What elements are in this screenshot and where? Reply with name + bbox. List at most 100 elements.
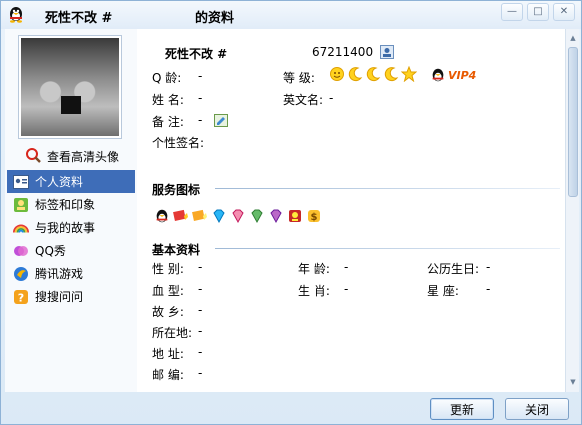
tag-icon bbox=[13, 197, 29, 213]
level-icons bbox=[329, 66, 417, 82]
q-age-value: - bbox=[198, 69, 203, 83]
svg-text:$: $ bbox=[311, 212, 318, 223]
blood-type-label: 血 型: bbox=[152, 284, 184, 298]
sidebar-item-qq-show[interactable]: QQ秀 bbox=[7, 239, 135, 262]
postcode-value: - bbox=[198, 366, 203, 380]
green-diamond-icon bbox=[251, 209, 263, 224]
svg-text:?: ? bbox=[18, 291, 24, 304]
gender-label: 性 别: bbox=[152, 262, 184, 276]
qq-show-icon bbox=[13, 243, 29, 259]
vip-label: VIP4 bbox=[448, 68, 477, 82]
basic-info-heading: 基本资料 bbox=[152, 243, 201, 257]
qq-penguin-icon bbox=[156, 209, 168, 223]
scroll-down-icon[interactable]: ▼ bbox=[568, 376, 578, 388]
purple-diamond-icon bbox=[270, 209, 282, 224]
remark-value: - bbox=[198, 113, 203, 127]
birthday-value: - bbox=[486, 260, 491, 274]
birthday-label: 公历生日: bbox=[427, 262, 480, 276]
sidebar-item-label: 与我的故事 bbox=[35, 221, 96, 235]
address-value: - bbox=[198, 345, 203, 359]
close-button[interactable]: 关闭 bbox=[505, 398, 569, 420]
level-label: 等 级: bbox=[283, 71, 315, 85]
age-label: 年 龄: bbox=[298, 262, 330, 276]
game-icon bbox=[13, 266, 29, 282]
sidebar-item-label: 腾讯游戏 bbox=[35, 267, 84, 281]
age-value: - bbox=[344, 260, 349, 274]
gender-value: - bbox=[198, 260, 203, 274]
sidebar-item-label: 搜搜问问 bbox=[35, 290, 84, 304]
vip-badge[interactable]: VIP4 bbox=[430, 67, 476, 83]
contact-card-icon[interactable] bbox=[380, 45, 394, 62]
scroll-thumb[interactable] bbox=[568, 47, 578, 197]
avatar[interactable] bbox=[21, 38, 119, 136]
sidebar-item-soso[interactable]: ? 搜搜问问 bbox=[7, 285, 135, 308]
yellow-diamond-card-icon bbox=[192, 209, 207, 221]
english-name-value: - bbox=[329, 91, 334, 105]
sidebar-item-profile[interactable]: 个人资料 bbox=[7, 170, 135, 193]
location-label: 所在地: bbox=[152, 326, 193, 340]
profile-window: 死性不改 # 的资料 — □ ✕ 查看高清头像 个人资料 标签和印象 与我的故事… bbox=[0, 0, 582, 425]
view-hd-avatar-label: 查看高清头像 bbox=[47, 150, 120, 164]
content-scrollbar[interactable]: ▲ ▼ bbox=[565, 29, 579, 392]
sidebar-item-tags[interactable]: 标签和印象 bbox=[7, 193, 135, 216]
sidebar-item-label: QQ秀 bbox=[35, 244, 66, 258]
remark-label: 备 注: bbox=[152, 115, 184, 129]
service-icons-row: $ bbox=[154, 208, 322, 224]
bottom-bar: 更新 关闭 bbox=[1, 392, 581, 424]
pink-diamond-icon bbox=[232, 209, 244, 224]
name-label: 姓 名: bbox=[152, 93, 184, 107]
signature-label: 个性签名: bbox=[152, 136, 205, 150]
q-age-label: Q 龄: bbox=[152, 71, 182, 85]
constellation-label: 星 座: bbox=[427, 284, 459, 298]
hometown-value: - bbox=[198, 303, 203, 317]
red-diamond-card-icon bbox=[173, 209, 188, 221]
sidebar-item-label: 个人资料 bbox=[35, 175, 84, 189]
edit-remark-icon[interactable] bbox=[214, 114, 228, 130]
sidebar-nav: 个人资料 标签和印象 与我的故事 QQ秀 腾讯游戏 ? 搜搜问问 bbox=[7, 170, 135, 308]
window-controls: — □ ✕ bbox=[501, 3, 575, 21]
sun-icon bbox=[330, 67, 344, 81]
sidebar-item-games[interactable]: 腾讯游戏 bbox=[7, 262, 135, 285]
section-divider bbox=[215, 248, 560, 249]
moon-icon bbox=[348, 67, 363, 82]
blood-type-value: - bbox=[198, 282, 203, 296]
section-divider bbox=[215, 188, 560, 189]
qq-penguin-icon bbox=[7, 5, 25, 23]
sidebar-item-story[interactable]: 与我的故事 bbox=[7, 216, 135, 239]
yellow-badge-icon: $ bbox=[308, 210, 320, 223]
avatar-frame[interactable] bbox=[18, 35, 122, 139]
moon-icon bbox=[366, 67, 381, 82]
profile-content: 死性不改 # 67211400 Q 龄: - 等 级: VIP4 姓 名: - … bbox=[137, 29, 565, 392]
minimize-icon: — bbox=[507, 6, 517, 17]
rainbow-icon bbox=[13, 220, 29, 236]
maximize-icon: □ bbox=[533, 6, 543, 17]
minimize-button[interactable]: — bbox=[501, 3, 523, 21]
constellation-value: - bbox=[486, 282, 491, 296]
window-title-name: 死性不改 # bbox=[45, 11, 113, 26]
red-game-icon bbox=[289, 210, 301, 222]
address-label: 地 址: bbox=[152, 347, 184, 361]
title-bar[interactable]: 死性不改 # 的资料 — □ ✕ bbox=[1, 1, 581, 29]
name-value: - bbox=[198, 91, 203, 105]
question-icon: ? bbox=[13, 289, 29, 305]
view-hd-avatar-link[interactable]: 查看高清头像 bbox=[25, 147, 119, 166]
sidebar-item-label: 标签和印象 bbox=[35, 198, 96, 212]
service-icons-heading: 服务图标 bbox=[152, 183, 201, 197]
maximize-button[interactable]: □ bbox=[527, 3, 549, 21]
moon-icon bbox=[384, 67, 399, 82]
english-name-label: 英文名: bbox=[283, 93, 324, 107]
refresh-button[interactable]: 更新 bbox=[430, 398, 494, 420]
scroll-up-icon[interactable]: ▲ bbox=[568, 32, 578, 44]
star-icon bbox=[401, 66, 417, 82]
close-icon: ✕ bbox=[559, 6, 569, 17]
blue-diamond-icon bbox=[213, 209, 225, 224]
qq-number: 67211400 bbox=[312, 45, 374, 59]
magnifier-icon bbox=[25, 147, 41, 166]
postcode-label: 邮 编: bbox=[152, 368, 184, 382]
window-title-suffix: 的资料 bbox=[195, 11, 235, 26]
close-window-button[interactable]: ✕ bbox=[553, 3, 575, 21]
profile-card-icon bbox=[13, 174, 29, 190]
zodiac-label: 生 肖: bbox=[298, 284, 330, 298]
left-sidebar: 查看高清头像 个人资料 标签和印象 与我的故事 QQ秀 腾讯游戏 ? 搜搜问问 bbox=[5, 29, 137, 392]
zodiac-value: - bbox=[344, 282, 349, 296]
